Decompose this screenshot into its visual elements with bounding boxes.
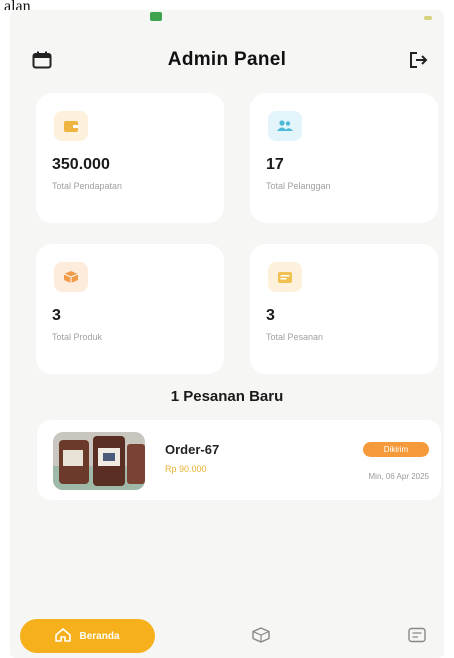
- stat-card-customers[interactable]: 17 Total Pelanggan: [250, 93, 438, 223]
- users-icon: [268, 111, 302, 141]
- order-card[interactable]: Order-67 Rp 90.000 Dikirim Min, 06 Apr 2…: [37, 420, 441, 500]
- home-icon: [55, 627, 72, 645]
- stat-label: Total Pesanan: [266, 332, 324, 342]
- logout-icon[interactable]: [406, 48, 430, 72]
- order-price: Rp 90.000: [165, 464, 207, 474]
- order-date: Min, 06 Apr 2025: [368, 472, 429, 481]
- nav-home-label: Beranda: [79, 630, 120, 642]
- app-screen: Admin Panel 350.000 Total Pendapatan 17 …: [10, 10, 444, 658]
- status-app-icon: [150, 12, 162, 21]
- stat-label: Total Produk: [52, 332, 103, 342]
- stat-value: 3: [266, 307, 275, 324]
- receipt-icon: [268, 262, 302, 292]
- stat-card-revenue[interactable]: 350.000 Total Pendapatan: [36, 93, 224, 223]
- nav-orders-button[interactable]: [406, 627, 428, 647]
- stat-label: Total Pendapatan: [52, 181, 123, 191]
- stat-card-products[interactable]: 3 Total Produk: [36, 244, 224, 374]
- new-orders-title: 1 Pesanan Baru: [170, 388, 284, 405]
- stat-card-orders[interactable]: 3 Total Pesanan: [250, 244, 438, 374]
- status-badge: Dikirim: [363, 442, 429, 457]
- stat-value: 3: [52, 307, 61, 324]
- box-icon: [252, 626, 270, 648]
- battery-icon: [424, 16, 432, 20]
- order-id: Order-67: [165, 442, 220, 457]
- stat-value: 350.000: [52, 156, 110, 173]
- top-text-fragment: alan: [4, 0, 31, 10]
- app-header: Admin Panel: [10, 30, 444, 90]
- bottom-nav: Beranda: [10, 618, 444, 658]
- nav-home-button[interactable]: Beranda: [20, 619, 155, 653]
- nav-products-button[interactable]: [250, 626, 272, 648]
- stat-label: Total Pelanggan: [266, 181, 331, 191]
- box-icon: [54, 262, 88, 292]
- calendar-icon[interactable]: [30, 48, 54, 72]
- status-bar: [10, 10, 444, 30]
- receipt-icon: [408, 627, 426, 648]
- wallet-icon: [54, 111, 88, 141]
- stat-value: 17: [266, 156, 284, 173]
- page-title: Admin Panel: [167, 49, 287, 70]
- product-thumbnail: [53, 432, 145, 490]
